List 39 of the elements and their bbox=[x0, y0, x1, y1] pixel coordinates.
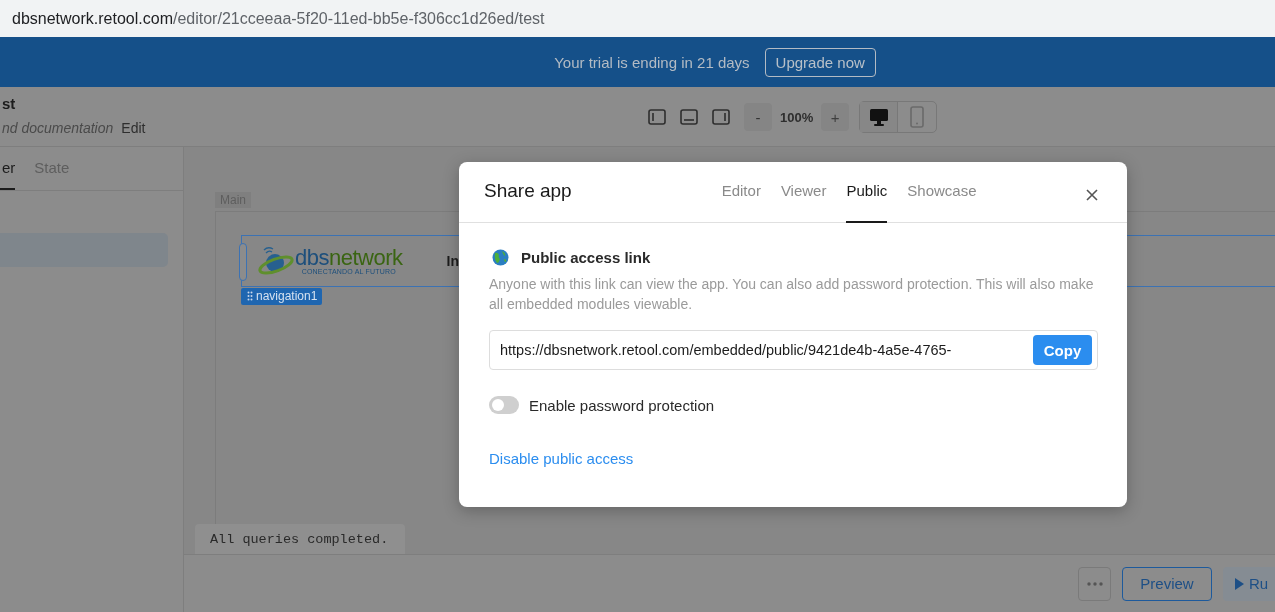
run-button[interactable]: Ru bbox=[1223, 566, 1275, 601]
panel-tab[interactable]: er bbox=[0, 147, 16, 190]
link-field[interactable]: https://dbsnetwork.retool.com/embedded/public/9421de4b-4a5e-4765- Copy bbox=[489, 330, 1098, 370]
globe-logo-icon bbox=[258, 246, 294, 276]
globe-icon bbox=[492, 249, 509, 266]
share-tab[interactable]: Public bbox=[846, 162, 888, 223]
right-panel-icon[interactable] bbox=[712, 109, 730, 125]
left-panel-icon[interactable] bbox=[648, 109, 666, 125]
desktop-icon bbox=[868, 107, 889, 127]
disable-link[interactable]: Disable public access bbox=[489, 450, 634, 467]
zoom-level: 100% bbox=[780, 109, 814, 125]
section-title: Public access link bbox=[521, 249, 651, 266]
zoom-in-button[interactable]: + bbox=[821, 103, 850, 131]
toggle-switch[interactable] bbox=[489, 396, 519, 414]
share-tab[interactable]: Showcase bbox=[907, 162, 977, 223]
copy-button[interactable]: Copy bbox=[1033, 335, 1092, 365]
more-icon bbox=[1086, 581, 1103, 586]
toggle-label: Enable password protection bbox=[529, 396, 715, 414]
app-description: nd documentation bbox=[2, 120, 114, 136]
edit-link[interactable]: Edit bbox=[121, 120, 146, 136]
section-description: Anyone with this link can view the app. You can also add password protection. This will also make all embedded modules viewable. bbox=[489, 275, 1095, 314]
resize-handle[interactable] bbox=[239, 243, 247, 281]
share-tab[interactable]: Editor bbox=[721, 162, 761, 223]
app-title: st bbox=[2, 95, 17, 112]
console-message: All queries completed. bbox=[195, 524, 405, 554]
upgrade-button[interactable]: Upgrade now bbox=[764, 47, 876, 77]
dialog-title: Share app bbox=[484, 179, 572, 203]
trial-message: Your trial is ending in 21 days bbox=[554, 53, 750, 71]
desktop-button[interactable] bbox=[860, 102, 899, 132]
nav-item[interactable]: In bbox=[446, 253, 459, 269]
zoom-out-button[interactable]: - bbox=[744, 103, 772, 131]
play-icon bbox=[1235, 577, 1244, 590]
close-icon[interactable] bbox=[1086, 189, 1098, 201]
component-tag[interactable]: navigation1 bbox=[241, 288, 323, 305]
share-tab[interactable]: Viewer bbox=[780, 162, 827, 223]
preview-button[interactable]: Preview bbox=[1122, 566, 1212, 601]
bottom-panel-icon[interactable] bbox=[680, 109, 698, 125]
mobile-icon bbox=[910, 106, 925, 128]
drag-handle-icon[interactable] bbox=[247, 291, 253, 301]
